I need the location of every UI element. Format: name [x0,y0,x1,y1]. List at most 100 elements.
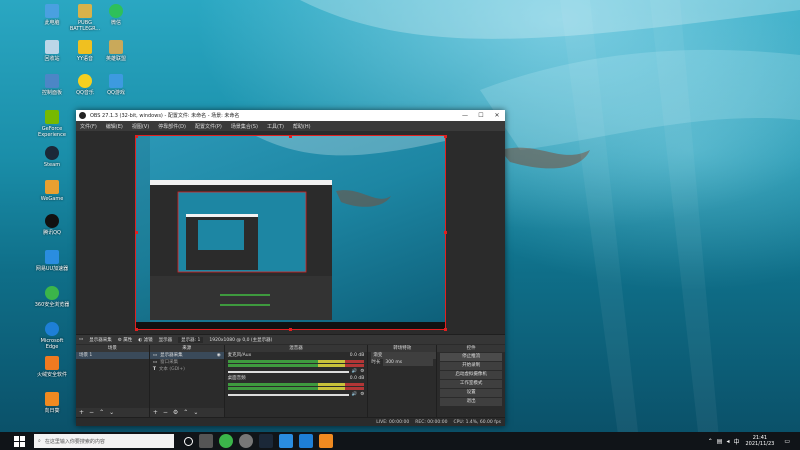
uu-accelerator-icon [45,250,59,264]
speaker-icon[interactable]: 🔊 [352,391,358,398]
resize-handle[interactable] [135,231,138,234]
obs-titlebar[interactable]: OBS 27.1.3 (32-bit, windows) - 配置文件: 未命名… [76,110,505,121]
scene-item[interactable]: 场景 1 [76,352,149,359]
recursive-screen-capture [136,136,445,329]
menu-profile[interactable]: 配置文件(P) [195,123,222,130]
text-icon: T [152,367,156,372]
menu-docks[interactable]: 停靠部件(D) [158,123,186,130]
desktop-icon-huorong[interactable]: 火绒安全软件 [32,356,72,378]
filters-button[interactable]: ◐ 滤镜 [138,337,152,343]
eye-icon[interactable]: ◉ [217,352,221,359]
desktop-icon-qq[interactable]: 腾讯QQ [32,214,72,236]
desktop-icon-uu[interactable]: 网易UU加速器 [32,250,72,272]
sources-dock: 来源 ▭ 显示器采集 ◉ ▭ 窗口采集 T 文本 (GDI+) + − ⚙ ⌃ ⌄ [149,345,224,417]
windows-start-icon[interactable] [12,434,26,448]
gear-icon[interactable]: ⚙ [173,408,178,417]
maximize-button[interactable]: ☐ [473,110,489,121]
move-up-icon[interactable]: ⌃ [183,408,188,417]
desktop-icon-wegame[interactable]: WeGame [32,180,72,202]
scenes-dock: 场景 场景 1 + − ⌃ ⌄ [76,345,149,417]
source-item[interactable]: ▭ 显示器采集 ◉ [149,352,224,359]
desktop-volume-slider[interactable] [227,393,349,396]
resize-handle[interactable] [289,135,292,138]
chevron-up-icon[interactable]: ⌃ [708,438,713,445]
move-up-icon[interactable]: ⌃ [99,408,104,417]
start-recording-button[interactable]: 开始录制 [440,362,503,370]
menu-file[interactable]: 文件(F) [80,123,97,130]
resize-handle[interactable] [135,328,138,331]
live-status: LIVE: 00:00:00 [376,419,410,425]
duration-input[interactable]: 300 ms [383,359,434,366]
desktop-icon-qq-games[interactable]: QQ游戏 [96,74,136,96]
close-button[interactable]: ✕ [489,110,505,121]
minimize-button[interactable]: — [457,110,473,121]
steam-taskbar-icon[interactable] [259,434,273,448]
menu-scene-collection[interactable]: 场景集合(S) [231,123,258,130]
ime-icon[interactable]: 中 [733,437,739,446]
move-down-icon[interactable]: ⌄ [109,408,114,417]
studio-mode-button[interactable]: 工作室模式 [440,380,503,388]
resize-handle[interactable] [444,231,447,234]
desktop-icon-steam[interactable]: Steam [32,146,72,168]
resize-handle[interactable] [444,328,447,331]
resize-handle[interactable] [444,135,447,138]
huorong-icon [45,356,59,370]
desktop-icon-geforce[interactable]: GeForce Experience [32,110,72,138]
gear-icon[interactable]: ⚙ [360,368,364,375]
taskbar-search-box[interactable]: ⌕ 在这里输入你要搜索的内容 [34,434,174,448]
add-scene-icon[interactable]: + [79,408,84,417]
desktop-icon-lol[interactable]: 英雄联盟 [96,40,136,62]
notification-icon[interactable]: ▭ [784,438,790,445]
preview-canvas[interactable] [135,135,446,330]
display-select[interactable]: 显示器: 1 [178,336,204,343]
360-browser-taskbar-icon[interactable] [219,434,233,448]
move-down-icon[interactable]: ⌄ [193,408,198,417]
uu-taskbar-icon[interactable] [279,434,293,448]
remove-scene-icon[interactable]: − [89,408,94,417]
recycle-bin-icon [45,40,59,54]
source-item[interactable]: T 文本 (GDI+) [150,366,224,373]
transition-select[interactable]: 渐变 [371,352,437,359]
source-item[interactable]: ▭ 窗口采集 [150,359,224,366]
menu-help[interactable]: 帮助(H) [293,123,311,130]
taskbar-clock[interactable]: 21:41 2021/11/23 [746,435,775,447]
sources-header: 来源 [149,345,224,352]
gear-icon[interactable]: ⚙ [360,391,364,398]
cortana-icon[interactable] [184,436,193,446]
search-icon: ⌕ [38,438,41,444]
obs-preview-area[interactable] [76,131,505,342]
pubg-icon [78,4,92,18]
menu-tools[interactable]: 工具(T) [267,123,284,130]
desktop-icon-sunlogin[interactable]: 向日葵 [32,392,72,414]
scenes-header: 场景 [76,345,149,352]
start-virtual-camera-button[interactable]: 启动虚拟摄像机 [440,371,503,379]
mic-volume-slider[interactable] [227,370,349,373]
settings-button[interactable]: 设置 [440,389,503,397]
exit-button[interactable]: 退出 [440,398,503,406]
nvidia-icon [45,110,59,124]
resize-handle[interactable] [289,328,292,331]
menu-view[interactable]: 视图(V) [132,123,149,130]
obs-window[interactable]: OBS 27.1.3 (32-bit, windows) - 配置文件: 未命名… [76,110,506,426]
transitions-header: 转场特效 [368,345,437,352]
stop-streaming-button[interactable]: 停止推流 [440,353,503,361]
resize-handle[interactable] [135,135,138,138]
sunflower-icon [45,392,59,406]
task-view-icon[interactable] [199,434,213,448]
display-label: 显示器 [158,337,173,343]
desktop-icon-360[interactable]: 360安全浏览器 [32,286,72,308]
selected-source-name: 显示器采集 [89,337,112,343]
desktop-icon-edge[interactable]: Microsoft Edge [32,322,72,350]
app-taskbar-icon[interactable] [319,434,333,448]
network-icon[interactable]: ▤ [717,438,723,445]
add-source-icon[interactable]: + [153,408,158,417]
edge-taskbar-icon[interactable] [299,434,313,448]
qq-penguin-icon [45,214,59,228]
speaker-icon[interactable]: 🔊 [352,368,358,375]
obs-taskbar-icon[interactable] [239,434,253,448]
remove-source-icon[interactable]: − [163,408,168,417]
desktop-icon-wechat[interactable]: 微信 [96,4,136,26]
properties-button[interactable]: ⚙ 属性 [118,337,132,343]
volume-icon[interactable]: ◂ [726,438,729,445]
menu-edit[interactable]: 编辑(E) [106,123,123,130]
